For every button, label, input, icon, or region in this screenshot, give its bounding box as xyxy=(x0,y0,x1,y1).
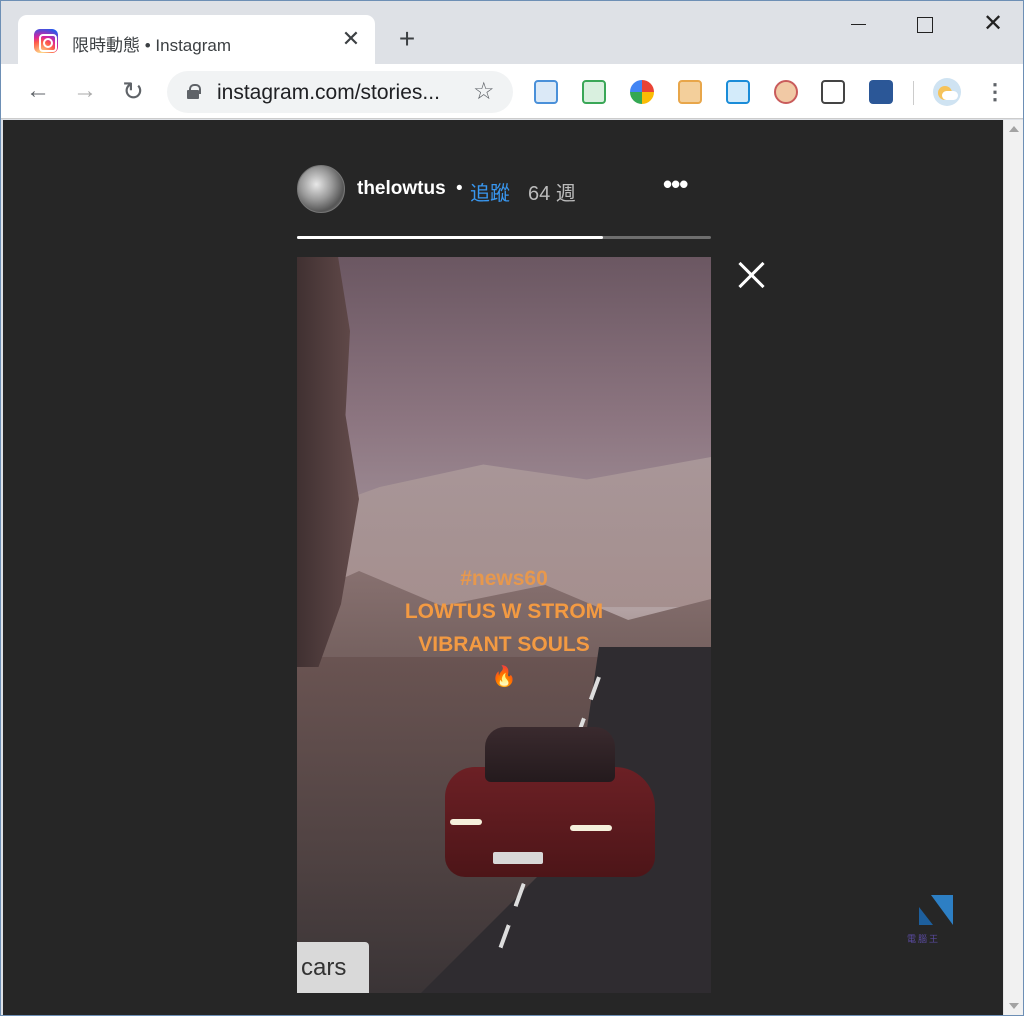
page-scrollbar[interactable] xyxy=(1003,120,1023,1015)
story-hashtag: #news60 xyxy=(460,567,548,590)
url-text[interactable]: instagram.com/stories... xyxy=(217,81,440,105)
scroll-up-arrow-icon[interactable] xyxy=(1009,126,1019,132)
browser-menu-icon[interactable]: ⋮ xyxy=(984,78,1006,106)
search-magnifier-extension-icon[interactable] xyxy=(869,80,893,104)
car-headlight-right xyxy=(570,825,612,831)
story-timestamp: 64 週 xyxy=(528,183,576,205)
reload-button[interactable]: ↻ xyxy=(118,76,148,106)
story-username[interactable]: thelowtus xyxy=(357,178,446,200)
watermark-text: 電腦王 xyxy=(907,934,941,944)
robot-face-extension-icon[interactable] xyxy=(678,80,702,104)
paper-plane-shadow xyxy=(919,907,933,925)
tab-strip: 限時動態 • Instagram ✕ + ✕ xyxy=(1,1,1023,65)
story-progress-fill xyxy=(297,236,604,239)
follow-button[interactable]: 追蹤 xyxy=(470,177,510,206)
tab-title: 限時動態 • Instagram xyxy=(72,36,231,55)
story-sticker-text: cars xyxy=(301,954,347,981)
colorful-flower-extension-icon[interactable] xyxy=(630,80,654,104)
checkmark-mail-extension-icon[interactable] xyxy=(582,80,606,104)
toolbar-divider xyxy=(913,81,914,105)
car-headlight-left xyxy=(450,819,482,825)
browser-window: 限時動態 • Instagram ✕ + ✕ ← → ↻ instagram.c… xyxy=(0,0,1024,1016)
story-progress-bar xyxy=(297,236,711,239)
bookmark-star-icon[interactable]: ☆ xyxy=(473,77,495,106)
tab-close-button[interactable]: ✕ xyxy=(338,26,364,52)
red-car xyxy=(445,727,655,892)
clipboard-extension-icon[interactable] xyxy=(534,80,558,104)
story-text-line-2: VIBRANT SOULS xyxy=(418,633,590,656)
tab-instagram-stories[interactable]: 限時動態 • Instagram ✕ xyxy=(18,15,375,65)
story-sticker[interactable]: cars xyxy=(297,942,369,993)
story-overlay-text: #news60 LOWTUS W STROM VIBRANT SOULS 🔥 xyxy=(297,562,711,694)
maximize-button[interactable] xyxy=(907,11,941,39)
screenshot-frame-extension-icon[interactable] xyxy=(821,80,845,104)
more-options-icon[interactable]: ••• xyxy=(663,171,699,197)
profile-avatar-icon[interactable] xyxy=(933,78,961,106)
story-viewer: thelowtus • 追蹤 64 週 ••• #news60 LOWTUS W… xyxy=(3,120,1003,1015)
browser-toolbar: ← → ↻ instagram.com/stories... ☆ ⋮ xyxy=(1,64,1023,119)
instagram-icon xyxy=(34,29,58,53)
new-tab-button[interactable]: + xyxy=(393,25,421,53)
window-close-button[interactable]: ✕ xyxy=(976,11,1010,39)
close-icon[interactable] xyxy=(736,260,766,290)
share-arrow-extension-icon[interactable] xyxy=(726,80,750,104)
minimize-button[interactable] xyxy=(841,11,875,39)
fire-emoji-icon: 🔥 xyxy=(491,666,517,688)
back-button[interactable]: ← xyxy=(23,76,53,106)
separator-dot: • xyxy=(456,178,463,199)
scroll-down-arrow-icon[interactable] xyxy=(1009,1003,1019,1009)
car-license-plate xyxy=(493,852,543,864)
car-windshield xyxy=(485,727,615,782)
story-text-line-1: LOWTUS W STROM xyxy=(404,600,604,623)
lock-icon[interactable] xyxy=(187,84,201,99)
user-avatar[interactable] xyxy=(297,165,345,213)
address-bar[interactable]: instagram.com/stories... ☆ xyxy=(167,71,513,113)
forward-button[interactable]: → xyxy=(70,76,100,106)
glasses-face-extension-icon[interactable] xyxy=(774,80,798,104)
story-media[interactable]: #news60 LOWTUS W STROM VIBRANT SOULS 🔥 c… xyxy=(297,257,711,993)
watermark-logo: 電腦王 xyxy=(905,895,955,950)
